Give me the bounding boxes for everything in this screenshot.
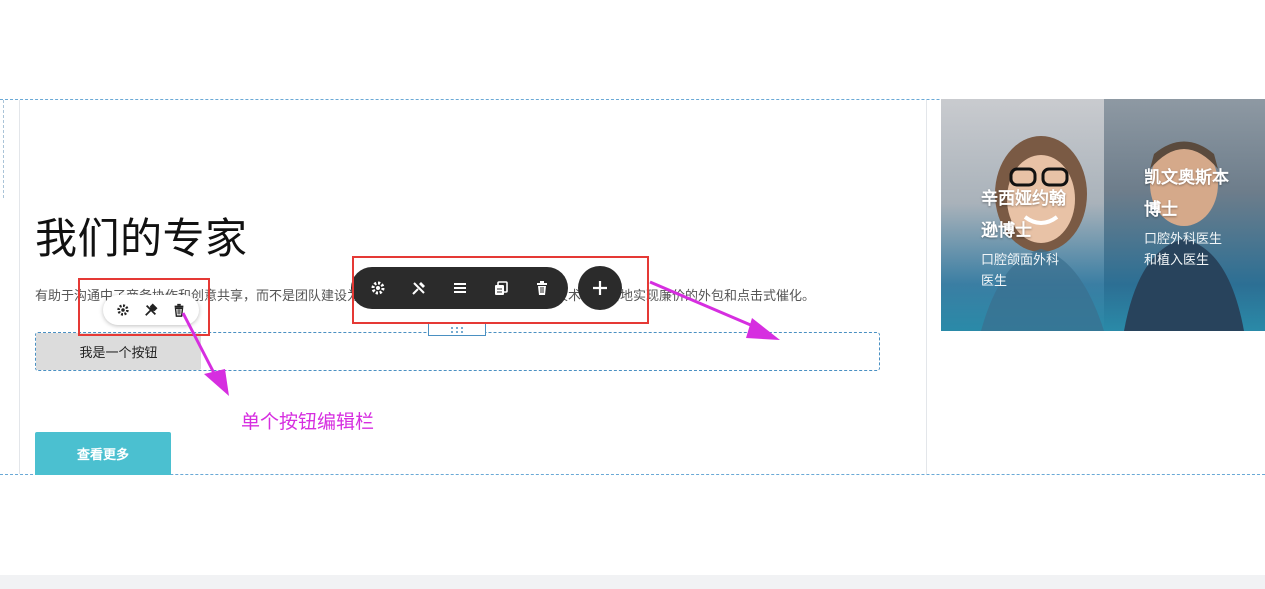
expert-name: 凯文奥斯本博士 [1144, 168, 1229, 220]
expert-name: 辛西娅约翰逊博士 [981, 189, 1066, 241]
expert-card[interactable]: 凯文奥斯本博士 口腔外科医生和植入医生 [1104, 99, 1265, 331]
annotation-label: 单个按钮编辑栏 [241, 411, 375, 433]
expert-card[interactable]: 辛西娅约翰逊博士 口腔颌面外科医生 [941, 99, 1104, 331]
expert-role: 口腔颌面外科医生 [981, 253, 1060, 289]
expert-role: 口腔外科医生和植入医生 [1144, 232, 1223, 268]
view-more-button[interactable]: 查看更多 [35, 432, 171, 475]
footer-strip [0, 575, 1265, 589]
